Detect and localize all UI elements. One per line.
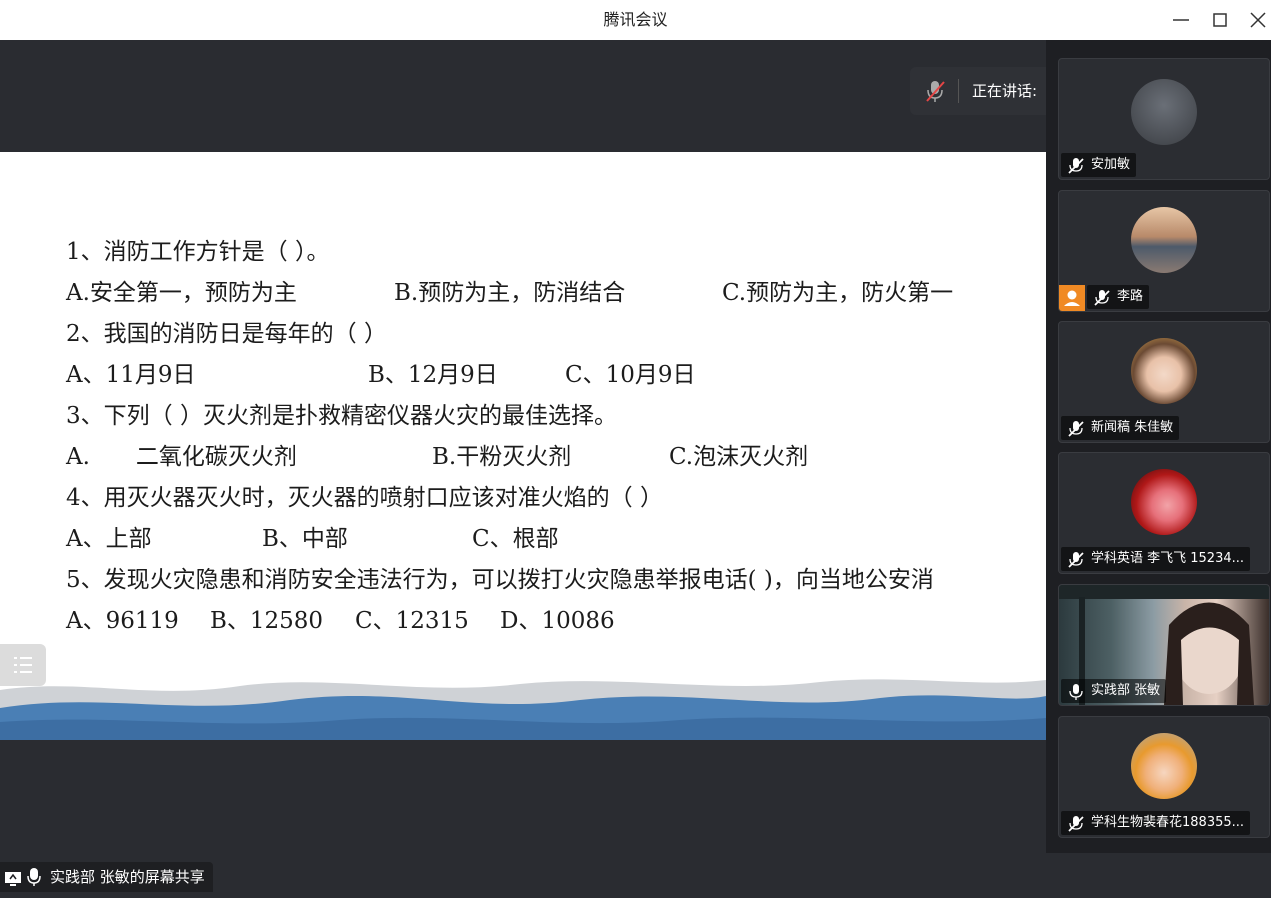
participant-sidebar[interactable]: 安加敏 李路 新闻稿 朱佳敏 学科英语 李飞飞 15234... 实践部 张敏 … — [1046, 40, 1271, 853]
speaking-label: 正在讲话: — [972, 82, 1038, 100]
list-icon — [14, 657, 32, 673]
question-2-option-a: A、11月9日 — [66, 362, 196, 388]
mic-muted-icon — [1067, 815, 1085, 835]
question-3: 3、下列（ ）灭火剂是扑救精密仪器火灾的最佳选择。 — [66, 403, 617, 429]
divider — [958, 79, 959, 103]
participant-video-tile[interactable]: 实践部 张敏 — [1058, 584, 1270, 706]
minimize-icon — [1173, 19, 1189, 21]
slide-menu-button[interactable] — [0, 644, 46, 686]
maximize-button[interactable] — [1208, 8, 1232, 32]
participant-nameplate: 安加敏 — [1061, 153, 1137, 177]
question-5-option-d: D、10086 — [500, 608, 615, 634]
close-button[interactable] — [1246, 8, 1270, 32]
participant-tile[interactable]: 学科英语 李飞飞 15234... — [1058, 452, 1270, 574]
mic-muted-icon — [1067, 420, 1085, 440]
question-5-option-c: C、12315 — [355, 608, 469, 634]
participant-tile[interactable]: 安加敏 — [1058, 58, 1270, 180]
question-3-option-c: C.泡沫灭火剂 — [669, 444, 809, 470]
host-icon — [1059, 285, 1085, 311]
avatar — [1131, 469, 1197, 535]
mic-muted-icon — [924, 79, 946, 107]
maximize-icon — [1213, 13, 1227, 27]
title-bar: 腾讯会议 — [0, 0, 1271, 40]
question-5-option-a: A、96119 — [66, 608, 179, 634]
participant-nameplate: 李路 — [1087, 285, 1150, 309]
question-1-option-c: C.预防为主，防火第一 — [722, 280, 954, 306]
question-4-option-c: C、根部 — [472, 526, 559, 552]
participant-nameplate: 学科生物裴春花188355... — [1061, 811, 1251, 835]
participant-nameplate: 新闻稿 朱佳敏 — [1061, 416, 1180, 440]
avatar — [1131, 79, 1197, 145]
minimize-button[interactable] — [1169, 8, 1193, 32]
question-1-option-b: B.预防为主，防消结合 — [394, 280, 626, 306]
participant-name: 实践部 张敏 — [1091, 683, 1161, 698]
participant-name: 学科英语 李飞飞 15234... — [1091, 551, 1245, 566]
avatar — [1131, 733, 1197, 799]
presentation-slide: 1、消防工作方针是（ ）。 A.安全第一，预防为主 B.预防为主，防消结合 C.… — [0, 152, 1046, 740]
mic-icon — [1067, 683, 1085, 703]
question-2-option-b: B、12月9日 — [368, 362, 498, 388]
mic-muted-icon — [1067, 157, 1085, 177]
screen-share-text: 实践部 张敏的屏幕共享 — [50, 868, 205, 886]
participant-nameplate: 实践部 张敏 — [1061, 679, 1167, 703]
window-title: 腾讯会议 — [603, 10, 668, 29]
wave-decoration — [0, 679, 1046, 740]
screen-share-icon — [4, 868, 22, 898]
shared-screen: 1、消防工作方针是（ ）。 A.安全第一，预防为主 B.预防为主，防消结合 C.… — [0, 40, 1238, 892]
question-1: 1、消防工作方针是（ ）。 — [66, 239, 330, 265]
question-4: 4、用灭火器灭火时，灭火器的喷射口应该对准火焰的（ ） — [66, 485, 663, 511]
mic-icon — [26, 867, 42, 897]
participant-name: 学科生物裴春花188355... — [1091, 815, 1245, 830]
screen-share-label: 实践部 张敏的屏幕共享 — [0, 862, 213, 892]
question-3-option-a: A. 二氧化碳灭火剂 — [66, 444, 297, 470]
question-2: 2、我国的消防日是每年的（ ） — [66, 321, 387, 347]
question-5: 5、发现火灾隐患和消防安全违法行为，可以拨打火灾隐患举报电话( )，向当地公安消 — [66, 567, 934, 593]
question-1-option-a: A.安全第一，预防为主 — [66, 280, 297, 306]
participant-nameplate: 学科英语 李飞飞 15234... — [1061, 547, 1251, 571]
mic-muted-icon — [1093, 289, 1111, 309]
participant-name: 新闻稿 朱佳敏 — [1091, 420, 1174, 435]
question-3-option-b: B.干粉灭火剂 — [432, 444, 572, 470]
participant-tile[interactable]: 李路 — [1058, 190, 1270, 312]
avatar — [1131, 207, 1197, 273]
participant-tile[interactable]: 新闻稿 朱佳敏 — [1058, 321, 1270, 443]
question-4-option-b: B、中部 — [262, 526, 348, 552]
close-icon — [1250, 12, 1266, 28]
question-2-option-c: C、10月9日 — [565, 362, 696, 388]
participant-name: 李路 — [1117, 289, 1144, 304]
mic-muted-icon — [1067, 551, 1085, 571]
participant-tile[interactable]: 学科生物裴春花188355... — [1058, 716, 1270, 838]
question-5-option-b: B、12580 — [210, 608, 324, 634]
avatar — [1131, 338, 1197, 404]
question-4-option-a: A、上部 — [66, 526, 152, 552]
participant-name: 安加敏 — [1091, 157, 1131, 172]
